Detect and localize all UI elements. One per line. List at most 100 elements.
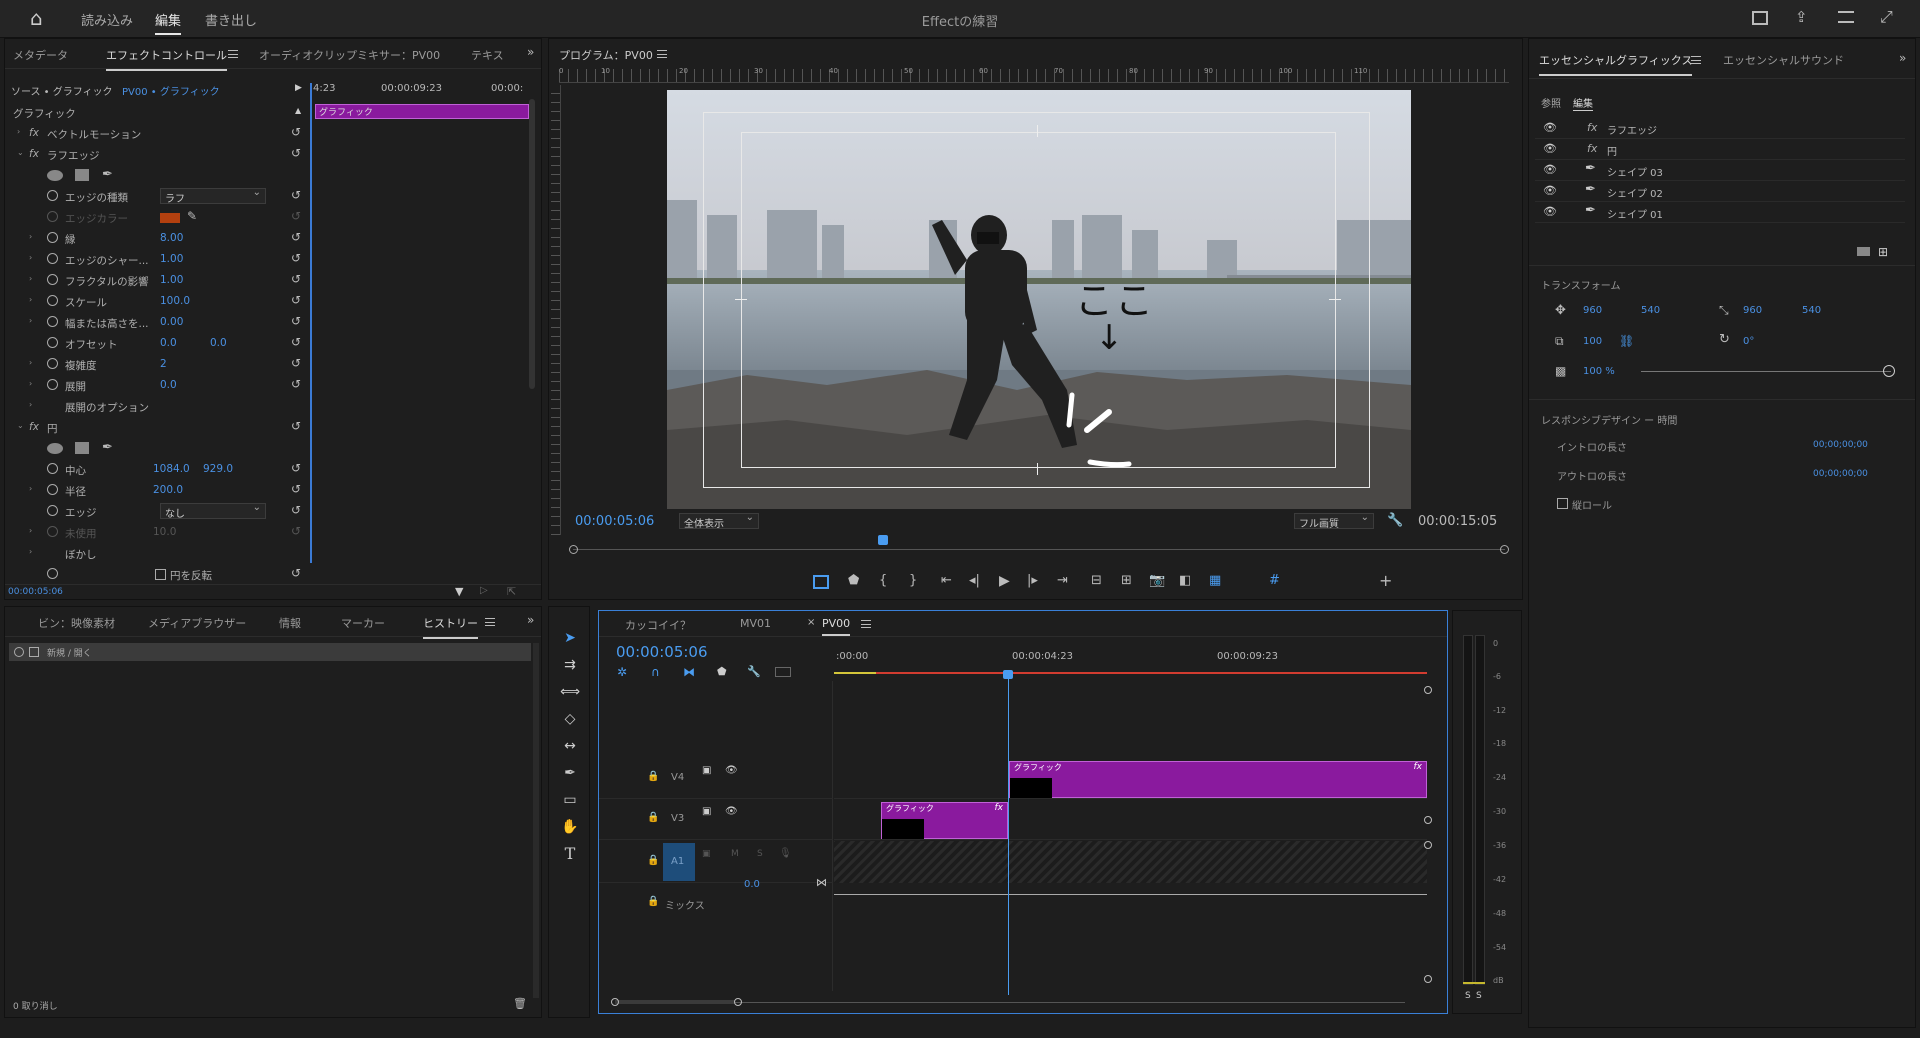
panel-menu-icon[interactable] [485,618,495,626]
reset-icon[interactable]: ↺ [291,377,301,391]
reset-icon[interactable]: ↺ [291,335,301,349]
razor-tool-icon[interactable]: ◇ [559,708,581,730]
eye-icon[interactable]: 👁 [1543,184,1557,197]
track-select-tool-icon[interactable]: ⇉ [559,654,581,676]
grid-icon[interactable]: # [1269,573,1280,588]
tab-markers[interactable]: マーカー [341,615,385,631]
layer-item[interactable]: 👁 ✒ シェイプ 01 [1535,203,1905,223]
scrub-end-handle[interactable] [1500,545,1509,554]
ellipse-mask-icon[interactable] [47,170,63,181]
trash-icon[interactable]: 🗑 [513,997,527,1010]
prop-value-2[interactable]: 0.0 [210,337,227,349]
expand-icon[interactable]: › [29,379,32,388]
anchor-x[interactable]: 960 [1743,305,1762,316]
horizontal-zoom-bar[interactable] [611,998,1411,1006]
expand-icon[interactable]: › [29,547,32,556]
eye-icon[interactable]: 👁 [1543,205,1557,218]
lock-icon[interactable]: 🔒 [647,855,659,866]
tab-effect-controls[interactable]: エフェクトコントロール [106,47,227,71]
prop-feather[interactable]: › ぼかし [5,544,310,564]
voiceover-icon[interactable]: 🎙 [779,848,792,859]
current-time[interactable]: 00:00:05:06 [8,587,63,597]
panel-menu-icon[interactable] [657,50,667,58]
step-forward-icon[interactable]: |▸ [1027,573,1038,588]
reset-icon[interactable]: ↺ [291,230,301,244]
type-tool-icon[interactable]: T [559,843,581,865]
scrollbar[interactable] [533,643,539,998]
vertical-zoom-handle[interactable] [1424,841,1432,849]
mark-in-icon[interactable]: { [879,573,887,588]
stopwatch-icon[interactable] [47,274,58,285]
rectangle-tool-icon[interactable]: ▭ [559,789,581,811]
history-item[interactable]: 新規 / 開く [9,643,531,661]
close-icon[interactable]: × [807,617,815,628]
effect-row-vector-motion[interactable]: › fx ベクトルモーション ↺ [5,124,310,144]
opacity-value[interactable]: 100 % [1583,366,1615,377]
chevron-right-icon[interactable]: » [527,45,534,59]
home-icon[interactable]: ⌂ [30,6,43,30]
quality-dropdown[interactable]: フル画質 [1294,512,1374,530]
sync-icon[interactable]: ▣ [702,806,711,817]
expand-icon[interactable]: › [29,295,32,304]
stopwatch-icon[interactable] [47,295,58,306]
rect-mask-icon[interactable] [75,442,89,454]
reset-icon[interactable]: ↺ [291,503,301,517]
mute-icon[interactable]: ▣ [702,849,711,859]
solo-right-button[interactable]: S [1476,991,1482,1001]
tab-audio-clip-mixer[interactable]: オーディオクリップミキサー：PV00 [259,47,440,63]
prop-evolution-options[interactable]: › 展開のオプション [5,397,310,417]
zoom-start-handle[interactable] [611,998,619,1006]
panel-menu-icon[interactable] [228,50,238,58]
eye-icon[interactable]: 👁 [1543,163,1557,176]
reset-icon[interactable]: ↺ [291,566,301,580]
eye-icon[interactable]: 👁 [725,765,738,776]
camera-icon[interactable]: 📷 [1149,573,1165,588]
ripple-edit-tool-icon[interactable]: ⟺ [559,681,581,703]
pen-mask-icon[interactable]: ✒ [102,440,113,455]
workspaces-menu-icon[interactable] [1838,11,1854,23]
solo-left-button[interactable]: S [1465,991,1471,1001]
nest-icon[interactable]: ✲ [617,665,627,679]
subtab-browse[interactable]: 参照 [1541,95,1561,110]
chevron-right-icon[interactable]: » [527,613,534,627]
color-swatch[interactable] [160,213,180,223]
stopwatch-icon[interactable] [47,484,58,495]
captions-icon[interactable] [775,667,791,677]
mix-value[interactable]: 0.0 [744,879,760,890]
export-clip-icon[interactable]: ⇱ [507,585,516,598]
add-button-icon[interactable]: + [1379,571,1392,590]
layer-item[interactable]: 👁 ✒ シェイプ 02 [1535,182,1905,202]
reset-icon[interactable]: ↺ [291,461,301,475]
quick-export-icon[interactable] [1752,11,1768,25]
collapse-icon[interactable]: ▲ [295,106,301,115]
tab-sequence-2[interactable]: MV01 [740,617,771,630]
playhead-marker[interactable] [878,535,888,545]
invert-checkbox[interactable] [155,569,166,580]
fullscreen-icon[interactable]: ⤢ [1880,7,1893,27]
add-marker-icon[interactable]: ⬟ [848,573,859,588]
tab-essential-sound[interactable]: エッセンシャルサウンド [1723,52,1844,68]
timeline-playhead[interactable] [1008,673,1009,995]
effect-row-circle[interactable]: ⌄ fx 円 ↺ [5,418,310,438]
tab-sequence-3[interactable]: PV00 [822,617,851,636]
hand-tool-icon[interactable]: ✋ [559,816,581,838]
tab-history[interactable]: ヒストリー [423,615,478,639]
scale-value[interactable]: 100 [1583,336,1602,347]
edge-type-dropdown[interactable]: ラフ [160,187,266,205]
reset-icon[interactable]: ↺ [291,272,301,286]
stopwatch-icon[interactable] [47,337,58,348]
expand-icon[interactable]: › [29,274,32,283]
sequence-selector[interactable]: PV00 • グラフィック [122,83,220,98]
rect-mask-icon[interactable] [75,169,89,181]
program-title[interactable]: プログラム：PV00 [559,47,653,63]
program-scrubber[interactable] [569,535,1509,555]
track-a1-area[interactable] [834,841,1427,883]
reset-icon[interactable]: ↺ [291,125,301,139]
tab-essential-graphics[interactable]: エッセンシャルグラフィックス [1539,52,1693,76]
effect-playhead[interactable] [310,83,312,563]
scrollbar[interactable] [529,99,535,389]
program-current-time[interactable]: 00:00:05:06 [575,514,654,529]
playhead-marker[interactable] [1003,670,1013,679]
roll-checkbox[interactable] [1557,498,1568,509]
position-y[interactable]: 540 [1641,305,1660,316]
